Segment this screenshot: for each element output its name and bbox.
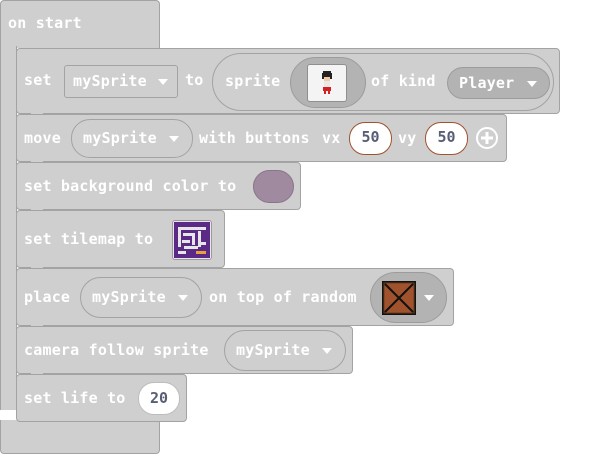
sprite-image-picker[interactable] — [290, 57, 366, 108]
chevron-down-icon — [178, 295, 188, 301]
variable-value: mySprite — [73, 72, 147, 90]
life-input[interactable]: 20 — [138, 382, 180, 415]
variable-dropdown[interactable]: mySprite — [224, 330, 346, 371]
sprite-thumbnail — [307, 64, 347, 102]
kind-dropdown[interactable]: Player — [447, 67, 550, 99]
move-label: move — [24, 129, 61, 147]
vx-label: vx — [322, 129, 341, 147]
tilemap-thumbnail-icon — [174, 222, 210, 258]
set-label: set — [24, 71, 52, 89]
to-label: to — [185, 71, 204, 89]
chevron-down-icon — [424, 295, 434, 301]
chevron-down-icon — [527, 81, 537, 87]
place-label: place — [24, 288, 71, 306]
background-color-block[interactable]: set background color to — [16, 162, 301, 210]
tile-picker[interactable] — [370, 272, 447, 323]
set-sprite-block[interactable]: set mySprite to sprite of kind Player — [16, 48, 560, 114]
variable-dropdown[interactable]: mySprite — [71, 119, 193, 158]
place-block[interactable]: place mySprite on top of random — [16, 268, 454, 326]
tilemap-block[interactable]: set tilemap to — [16, 210, 225, 268]
chevron-down-icon — [158, 79, 168, 85]
vy-label: vy — [398, 129, 417, 147]
tilemap-picker[interactable] — [172, 220, 212, 260]
workspace: on start set mySprite to sprite of kind … — [0, 0, 612, 454]
chevron-down-icon — [169, 136, 179, 142]
kind-value: Player — [459, 74, 515, 92]
variable-value: mySprite — [236, 341, 310, 359]
vy-input[interactable]: 50 — [425, 122, 468, 155]
variable-dropdown[interactable]: mySprite — [80, 277, 202, 318]
color-swatch[interactable] — [253, 170, 294, 203]
variable-value: mySprite — [83, 129, 157, 147]
camera-follow-label: camera follow sprite — [24, 341, 209, 359]
background-color-label: set background color to — [24, 177, 237, 195]
add-icon[interactable] — [475, 126, 499, 150]
vx-input[interactable]: 50 — [349, 122, 392, 155]
on-start-label: on start — [8, 14, 82, 32]
set-life-block[interactable]: set life to 20 — [16, 374, 187, 422]
of-kind-label: of kind — [371, 72, 436, 90]
variable-value: mySprite — [92, 288, 166, 306]
tile-crate-icon — [382, 281, 416, 315]
sprite-reporter[interactable]: sprite of kind Player — [212, 53, 554, 111]
with-buttons-label: with buttons — [199, 129, 310, 147]
set-life-label: set life to — [24, 389, 126, 407]
move-block[interactable]: move mySprite with buttons vx 50 vy 50 — [16, 114, 507, 162]
camera-follow-block[interactable]: camera follow sprite mySprite — [16, 326, 353, 374]
player-sprite-icon — [322, 71, 332, 94]
variable-dropdown[interactable]: mySprite — [64, 65, 178, 98]
sprite-label: sprite — [225, 72, 281, 90]
on-top-label: on top of random — [209, 288, 357, 306]
chevron-down-icon — [322, 348, 332, 354]
tilemap-label: set tilemap to — [24, 230, 154, 248]
